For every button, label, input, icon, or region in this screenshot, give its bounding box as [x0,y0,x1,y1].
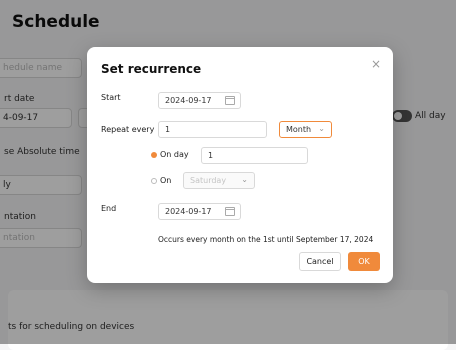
repeat-unit-value: Month [286,125,312,134]
weekday-select[interactable]: Saturday ⌄ [183,172,255,189]
cancel-button[interactable]: Cancel [299,252,341,271]
start-date-field[interactable]: 2024-09-17 [158,92,241,109]
on-weekday-radio[interactable]: On [151,176,171,185]
on-day-input[interactable]: 1 [201,147,308,164]
repeat-every-input[interactable]: 1 [158,121,267,138]
on-label: On [160,176,172,185]
chevron-down-icon: ⌄ [241,175,248,184]
repeat-every-label: Repeat every [101,125,155,134]
ok-button[interactable]: OK [348,252,380,271]
repeat-unit-select[interactable]: Month ⌄ [279,121,332,138]
dialog-title: Set recurrence [101,62,202,76]
on-day-value: 1 [208,151,214,160]
repeat-every-value: 1 [165,125,171,134]
start-date-text: 2024-09-17 [165,96,212,105]
radio-unchecked-icon [151,177,157,184]
close-icon[interactable]: × [371,57,381,71]
end-label: End [101,204,117,213]
end-date-field[interactable]: 2024-09-17 [158,203,241,220]
calendar-icon [225,207,235,216]
recurrence-dialog: Set recurrence × Start 2024-09-17 Repeat… [87,47,393,283]
chevron-down-icon: ⌄ [318,124,325,133]
on-day-radio[interactable]: On day [151,150,189,159]
end-date-text: 2024-09-17 [165,207,212,216]
weekday-value: Saturday [190,176,227,185]
calendar-icon [225,96,235,105]
recurrence-summary: Occurs every month on the 1st until Sept… [158,235,374,244]
radio-checked-icon [151,151,157,158]
on-day-label: On day [160,150,189,159]
start-label: Start [101,93,121,102]
